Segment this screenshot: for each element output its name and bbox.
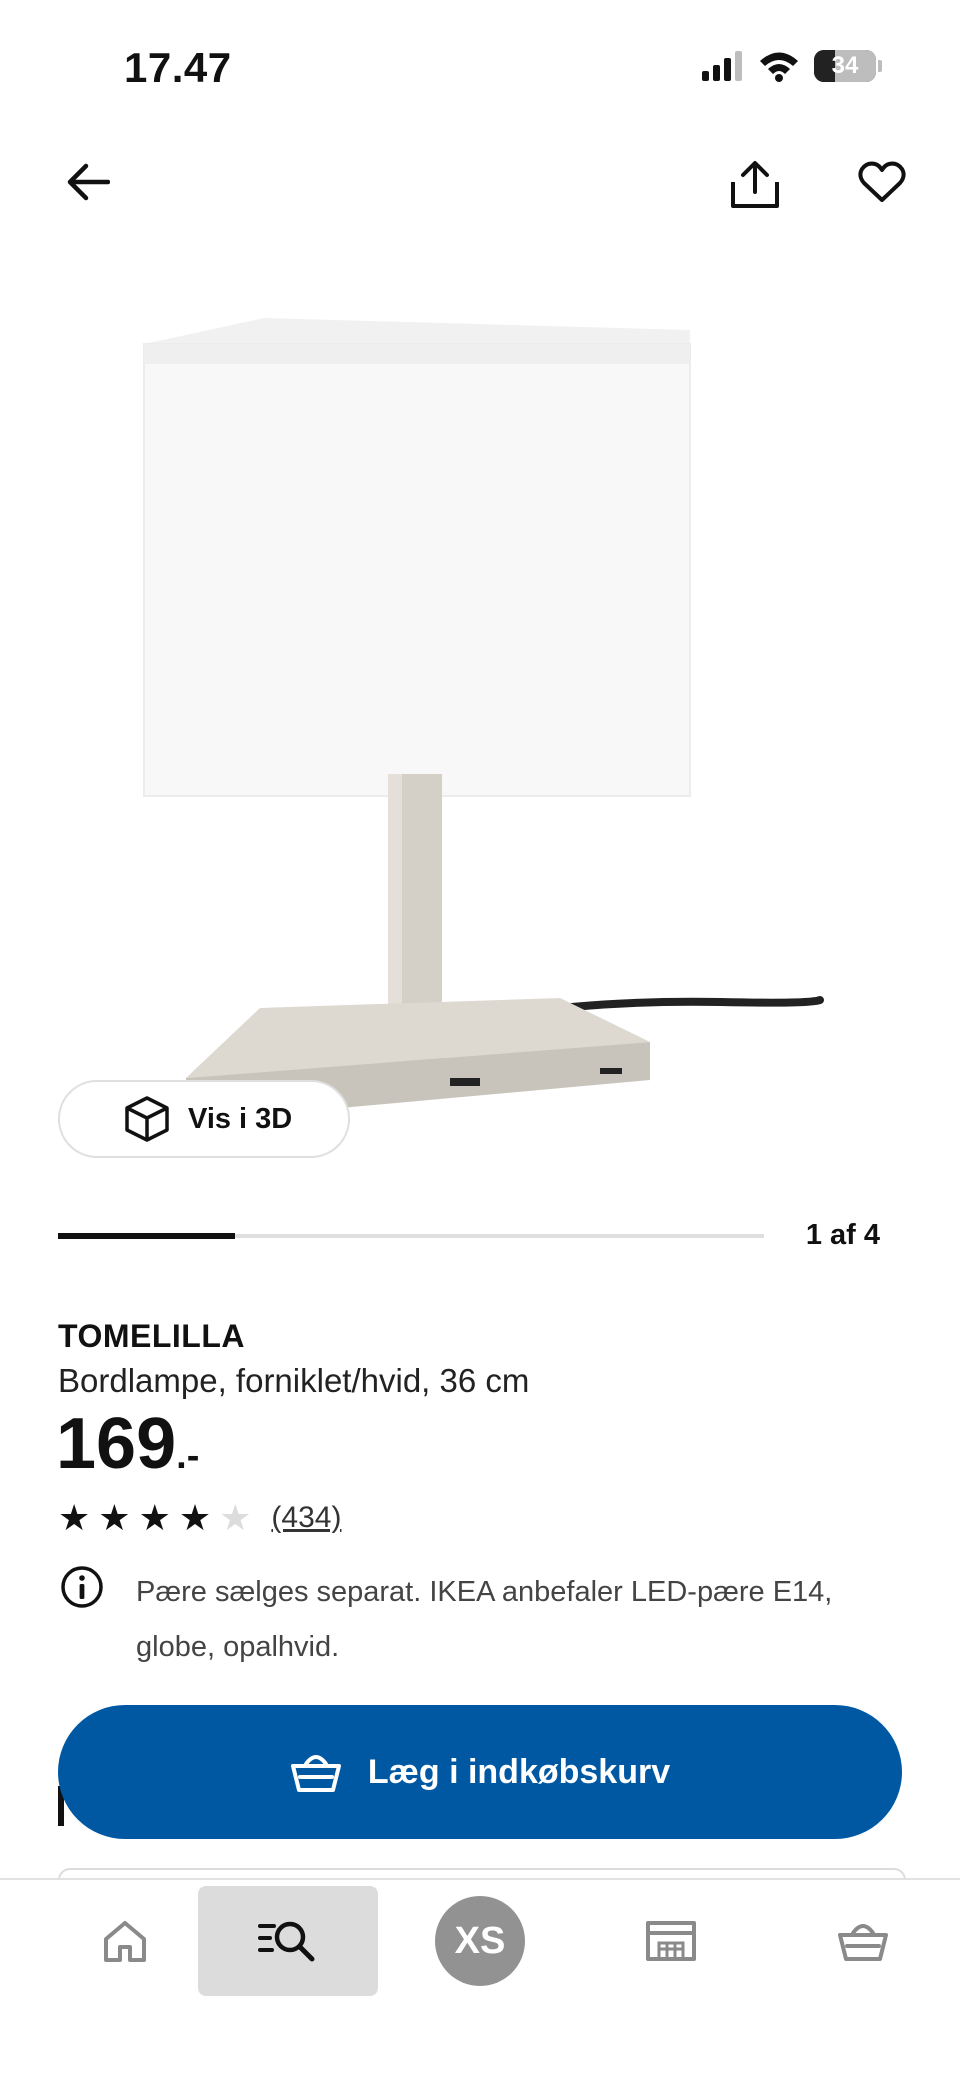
nav-profile[interactable]: XS [424,1886,536,1996]
star-icon: ★ [138,1497,171,1538]
product-name: TOMELILLA [58,1318,245,1354]
arrow-left-icon [67,163,110,201]
add-to-cart-label: Læg i indkøbskurv [367,1752,671,1791]
product-description: Bordlampe, forniklet/hvid, 36 cm [58,1362,530,1399]
share-icon [731,161,779,208]
wifi-icon [760,52,798,82]
star-icon: ★ [98,1497,131,1538]
review-count-link[interactable]: (434) [271,1501,341,1535]
search-icon [258,1921,315,1962]
star-empty-icon: ★ [219,1497,252,1538]
image-pager-label: 1 af 4 [805,1219,880,1251]
star-icon: ★ [178,1497,212,1538]
bulb-info-text: Pære sælges separat. IKEA anbefaler LED-… [136,1576,833,1663]
info-icon [61,1566,103,1608]
image-pager-progress [58,1233,235,1239]
product-image[interactable] [130,300,830,1180]
battery-level: 34 [831,52,859,79]
nav-home[interactable] [58,1886,192,1996]
image-pager-track [58,1233,764,1239]
nav-store[interactable] [606,1886,736,1996]
cellular-signal-icon [702,51,742,81]
add-to-cart-button[interactable]: Læg i indkøbskurv [58,1705,902,1839]
rating[interactable]: ★ ★ ★ ★ ★ (434) [58,1500,341,1536]
status-icons: 34 [702,50,882,82]
battery-indicator: 34 [814,50,876,82]
cart-icon [838,1924,888,1961]
star-icon: ★ [58,1497,91,1538]
nav-cart[interactable] [798,1886,928,1996]
bottom-navigation: XS [0,1878,960,2083]
cube-icon [125,1096,169,1142]
view-in-3d-label: Vis i 3D [188,1102,293,1135]
home-icon [104,1921,146,1962]
battery-cap [878,60,882,72]
basket-icon [290,1755,341,1792]
product-price: 169.- [56,1408,199,1480]
favorite-button[interactable] [850,150,914,214]
nav-search[interactable] [198,1886,378,1996]
price-value: 169 [56,1404,177,1484]
share-button[interactable] [720,150,790,220]
back-button[interactable] [56,150,120,214]
store-icon [646,1921,696,1961]
price-suffix: .- [176,1435,200,1477]
heart-icon [858,161,906,202]
view-in-3d-button[interactable]: Vis i 3D [58,1080,350,1158]
profile-avatar: XS [435,1896,525,1986]
status-time: 17.47 [124,44,232,91]
